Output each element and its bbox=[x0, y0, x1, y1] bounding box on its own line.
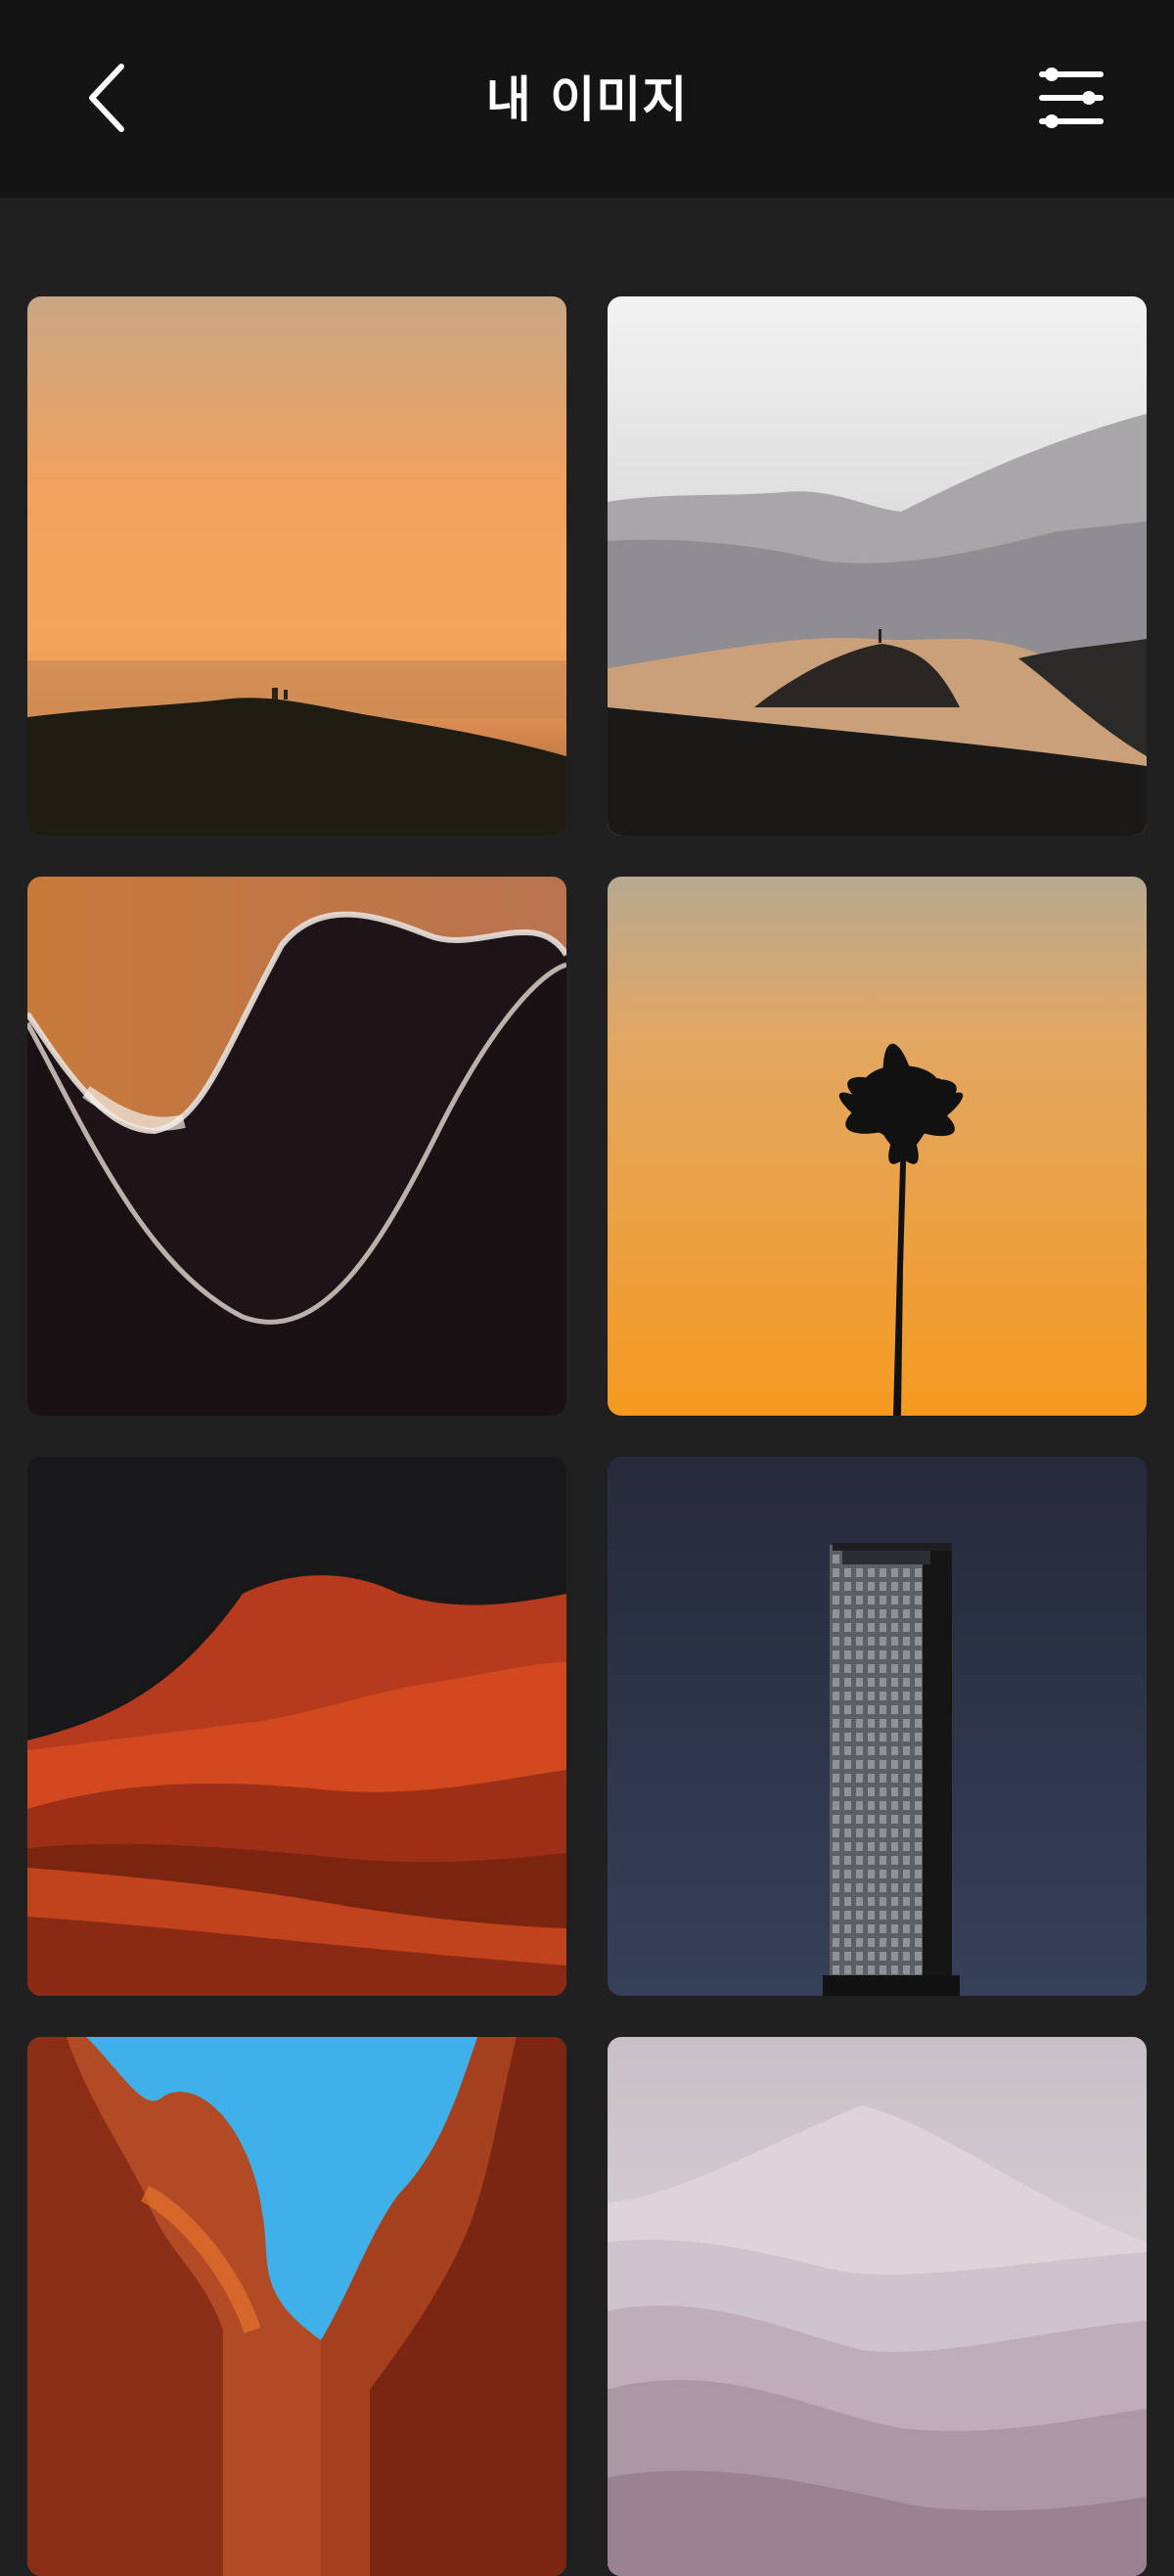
desert-dune-image[interactable] bbox=[608, 296, 1147, 836]
sunset-sea-image[interactable] bbox=[27, 296, 566, 836]
abstract-wave-image[interactable] bbox=[27, 877, 566, 1416]
palm-tree-image[interactable] bbox=[608, 877, 1147, 1416]
skyscraper-image[interactable] bbox=[608, 1457, 1147, 1996]
misty-mountains-image[interactable] bbox=[608, 2037, 1147, 2576]
red-canyon-image[interactable] bbox=[27, 2037, 566, 2576]
sliders-icon bbox=[1039, 68, 1104, 128]
image-grid bbox=[27, 296, 1147, 2576]
page-title: 내 이미지 bbox=[485, 71, 689, 128]
filter-button[interactable] bbox=[1017, 49, 1125, 147]
red-dunes-image[interactable] bbox=[27, 1457, 566, 1996]
app-header: 내 이미지 bbox=[0, 0, 1174, 198]
